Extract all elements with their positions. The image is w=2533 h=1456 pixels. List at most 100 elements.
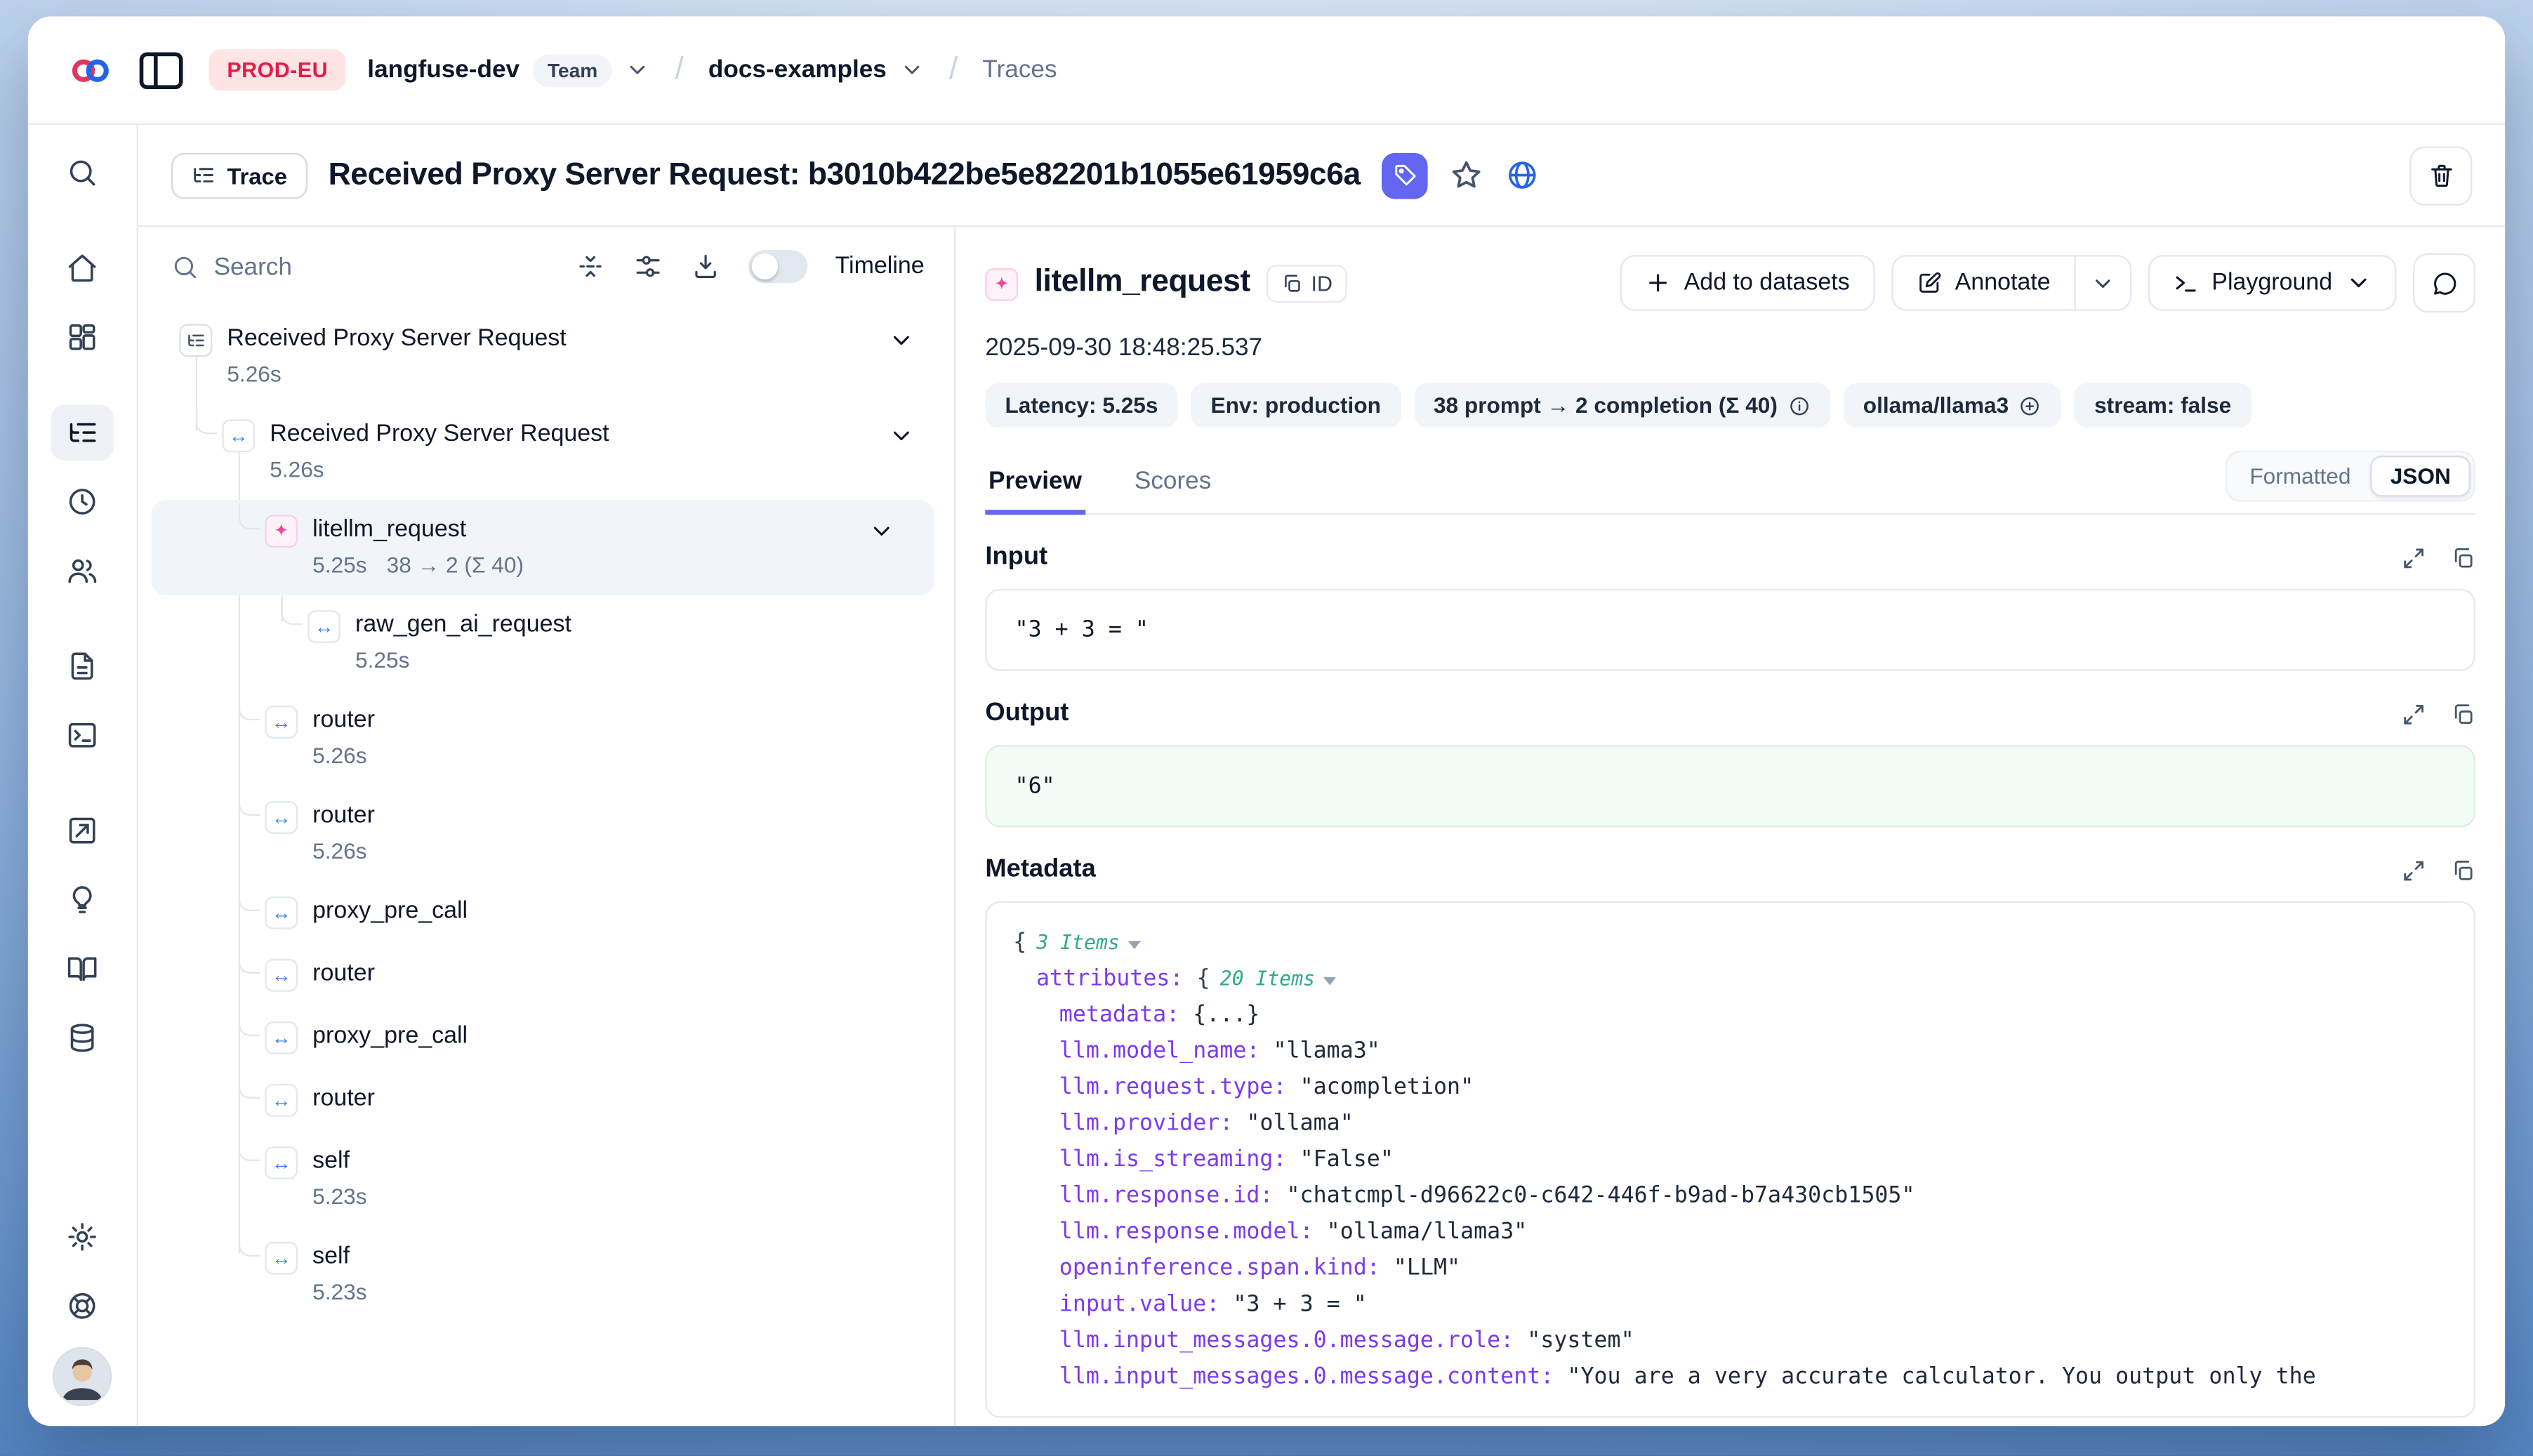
comments-button[interactable] [2413, 253, 2475, 312]
tree-node-tokens: 38 → 2 (Σ 40) [387, 550, 524, 581]
tag-icon[interactable] [1382, 152, 1428, 199]
list-tree-icon [191, 163, 216, 187]
chevron-down-icon[interactable] [626, 58, 650, 82]
document-icon[interactable] [51, 638, 114, 694]
span-icon: ↔ [265, 1146, 298, 1179]
tree-node-router[interactable]: ↔ router [138, 1069, 954, 1132]
tree-node-router[interactable]: ↔ router [138, 944, 954, 1007]
metadata-section-title: Metadata [985, 855, 1095, 885]
tree-node-router[interactable]: ↔ router 5.26s [138, 786, 954, 882]
langfuse-logo-icon[interactable] [67, 47, 114, 93]
view-formatted[interactable]: Formatted [2230, 456, 2370, 497]
project-selector[interactable]: docs-examples [708, 56, 925, 84]
star-icon[interactable] [1449, 158, 1483, 192]
breadcrumb-traces-link[interactable]: Traces [982, 56, 1057, 84]
tree-node-trace-root[interactable]: Received Proxy Server Request 5.26s [138, 309, 954, 404]
tree-node-proxy-pre-call[interactable]: ↔ proxy_pre_call [138, 1007, 954, 1069]
gear-icon[interactable] [51, 1209, 114, 1265]
add-to-datasets-button[interactable]: Add to datasets [1620, 255, 1874, 311]
input-section-header: Input [985, 543, 2475, 572]
plus-circle-icon[interactable] [2018, 394, 2042, 417]
chevron-down-icon[interactable] [900, 58, 925, 82]
json-line: openinference.span.kind: "LLM" [1013, 1250, 2447, 1287]
detail-body: Input "3 + 3 = " Output [985, 515, 2475, 1426]
observation-tree-panel: Timeline Received Proxy Server Re [138, 227, 955, 1426]
view-json[interactable]: JSON [2371, 456, 2471, 497]
info-icon[interactable] [1787, 394, 1811, 417]
input-section-title: Input [985, 543, 1047, 572]
span-icon: ↔ [265, 959, 298, 992]
tree-node-duration: 5.26s [227, 359, 566, 390]
detail-actions: Add to datasets Annotate [1620, 253, 2475, 312]
collapse-all-icon[interactable] [575, 251, 604, 281]
timeline-toggle[interactable] [748, 250, 807, 283]
delete-trace-button[interactable] [2409, 145, 2472, 204]
copy-icon[interactable] [2451, 701, 2475, 726]
tree-node-proxy-pre-call[interactable]: ↔ proxy_pre_call [138, 882, 954, 944]
download-icon[interactable] [690, 251, 720, 281]
chevron-down-icon[interactable] [888, 423, 931, 449]
desktop-background: PROD-EU langfuse-dev Team / docs-example… [0, 0, 2533, 1455]
model-badge: ollama/llama3 [1844, 383, 2062, 428]
chevron-down-icon[interactable] [868, 518, 911, 544]
chevron-down-icon [2090, 270, 2115, 295]
sidebar-toggle-icon[interactable] [135, 44, 187, 96]
database-icon[interactable] [51, 1010, 114, 1066]
search-icon[interactable] [51, 145, 114, 201]
chart-icon[interactable] [51, 802, 114, 859]
search-input[interactable] [214, 253, 411, 281]
tree-node-label: router [312, 800, 375, 833]
clock-icon[interactable] [51, 474, 114, 530]
input-value: "3 + 3 = " [1015, 617, 1149, 643]
chevron-down-icon[interactable] [888, 327, 931, 353]
json-line: llm.response.id: "chatcmpl-d96622c0-c642… [1013, 1177, 2447, 1214]
support-icon[interactable] [51, 1278, 114, 1334]
search-field[interactable] [171, 253, 548, 281]
tree-node-self[interactable]: ↔ self 5.23s [138, 1227, 954, 1323]
users-icon[interactable] [51, 543, 114, 599]
user-avatar[interactable] [53, 1347, 112, 1406]
copy-id-button[interactable]: ID [1266, 264, 1347, 302]
tree-node-span[interactable]: ↔ Received Proxy Server Request 5.26s [138, 404, 954, 500]
json-item-count[interactable]: 3 Items [1036, 931, 1119, 954]
json-line: llm.model_name: "llama3" [1013, 1033, 2447, 1069]
expand-icon[interactable] [2402, 701, 2426, 726]
tree-node-duration: 5.26s [270, 454, 609, 486]
tree-node-litellm-request[interactable]: litellm_request 5.25s 38 → 2 (Σ 40) [152, 500, 934, 595]
trace-icon[interactable] [51, 404, 114, 461]
org-selector[interactable]: langfuse-dev Team [367, 53, 650, 86]
tree-node-label: Received Proxy Server Request [270, 418, 609, 451]
collapse-caret-icon[interactable] [1323, 977, 1337, 986]
collapse-caret-icon[interactable] [1128, 941, 1142, 949]
observation-timestamp: 2025-09-30 18:48:25.537 [985, 334, 2475, 362]
input-value-box: "3 + 3 = " [985, 589, 2475, 671]
tree-node-self[interactable]: ↔ self 5.23s [138, 1132, 954, 1227]
json-line: metadata: {...} [1013, 997, 2447, 1033]
tree-node-duration: 5.26s [312, 740, 375, 772]
lightbulb-icon[interactable] [51, 872, 114, 928]
globe-icon[interactable] [1505, 158, 1540, 192]
expand-icon[interactable] [2402, 858, 2426, 882]
tree-node-label: Received Proxy Server Request [227, 322, 566, 355]
terminal-icon[interactable] [51, 707, 114, 763]
dashboard-icon[interactable] [51, 309, 114, 365]
book-icon[interactable] [51, 941, 114, 997]
tree-node-router[interactable]: ↔ router 5.26s [138, 691, 954, 786]
json-line: {3 Items [1013, 925, 2447, 961]
copy-icon[interactable] [2451, 545, 2475, 570]
expand-icon[interactable] [2402, 545, 2426, 570]
tab-preview[interactable]: Preview [985, 461, 1085, 515]
tree-node-raw-gen-ai-request[interactable]: ↔ raw_gen_ai_request 5.25s [138, 595, 954, 691]
annotate-button[interactable]: Annotate [1893, 256, 2074, 309]
timeline-label: Timeline [835, 253, 925, 279]
icon-rail [28, 125, 138, 1426]
copy-icon[interactable] [2451, 858, 2475, 882]
playground-button[interactable]: Playground [2148, 255, 2397, 311]
annotate-dropdown-chevron[interactable] [2074, 256, 2130, 309]
json-item-count[interactable]: 20 Items [1220, 967, 1315, 991]
observation-title: litellm_request [1035, 265, 1250, 301]
filter-sliders-icon[interactable] [633, 251, 662, 281]
tree-node-meta: 5.25s 38 → 2 (Σ 40) [312, 550, 524, 581]
home-icon[interactable] [51, 240, 114, 296]
tab-scores[interactable]: Scores [1131, 461, 1215, 515]
